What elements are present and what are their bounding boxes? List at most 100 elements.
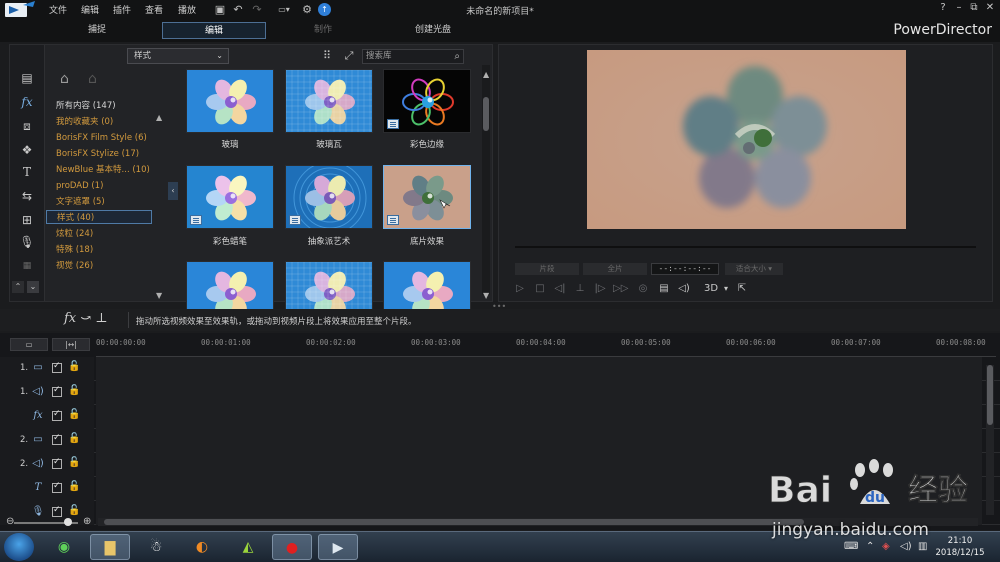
collapse-panel-button[interactable]: ‹ (168, 182, 178, 200)
track-enable-checkbox[interactable] (52, 361, 62, 373)
track-enable-checkbox[interactable] (52, 385, 62, 397)
play-icon[interactable]: ▷ (513, 282, 527, 296)
split-icon[interactable]: ⊥ (573, 282, 587, 296)
settings-icon[interactable]: ⚙ (301, 3, 313, 16)
update-icon[interactable]: ↑ (318, 3, 331, 16)
snapshot-icon[interactable]: ◎ (636, 282, 650, 296)
prev-frame-icon[interactable]: ◁| (553, 282, 567, 296)
subtitles-icon[interactable]: ▤ (657, 282, 671, 296)
effect-thumbnail-selected[interactable] (383, 165, 471, 229)
save-icon[interactable]: ▣ (214, 3, 226, 16)
library-scroll-thumb[interactable] (483, 97, 489, 131)
category-item[interactable]: 所有内容 (147) (46, 99, 152, 113)
category-item[interactable]: 炫粒 (24) (46, 227, 152, 241)
undock-icon[interactable]: ⇱ (735, 282, 749, 296)
redo-icon[interactable]: ↷ (251, 3, 263, 16)
pip-room-icon[interactable]: ⧈ (17, 117, 37, 135)
category-item[interactable]: NewBlue 基本特... (10) (46, 163, 152, 177)
next-frame-icon[interactable]: |▷ (593, 282, 607, 296)
category-item[interactable]: 视觉 (26) (46, 259, 152, 273)
effect-thumbnail[interactable] (285, 165, 373, 229)
tab-edit[interactable]: 编辑 (162, 22, 266, 39)
library-scrollbar[interactable] (482, 65, 490, 295)
lock-icon[interactable]: 🔓 (68, 505, 80, 516)
lock-icon[interactable]: 🔓 (68, 433, 80, 444)
title-room-icon[interactable]: T (17, 163, 37, 181)
transition-room-icon[interactable]: ⇆ (17, 187, 37, 205)
lock-icon[interactable]: 🔓 (68, 361, 80, 372)
fit-size-dropdown[interactable]: 适合大小 ▾ (725, 263, 783, 275)
undo-icon[interactable]: ↶ (232, 3, 244, 16)
powerdirector-taskbar-icon[interactable]: ▶ (318, 534, 358, 560)
lock-icon[interactable]: 🔓 (68, 457, 80, 468)
lock-icon[interactable]: 🔓 (68, 409, 80, 420)
category-item[interactable]: proDAD (1) (46, 179, 152, 193)
menu-edit[interactable]: 编辑 (81, 3, 99, 16)
category-scroll-up-icon[interactable]: ▲ (156, 113, 162, 122)
volume-icon[interactable]: ◁) (677, 282, 691, 296)
remove-tag-icon[interactable]: ⌂ (88, 71, 97, 87)
lock-icon[interactable]: 🔓 (68, 481, 80, 492)
media-room-icon[interactable]: ▤ (17, 69, 37, 87)
minimize-button[interactable]: – (952, 2, 966, 13)
timecode-display[interactable]: --:--:--:-- (651, 263, 719, 275)
tab-capture[interactable]: 捕捉 (45, 22, 149, 39)
3d-dropdown-icon[interactable]: ▾ (719, 282, 733, 296)
menu-view[interactable]: 查看 (145, 3, 163, 16)
audio-mixing-room-icon[interactable]: ⊞ (17, 211, 37, 229)
category-item[interactable]: BorisFX Film Style (6) (46, 131, 152, 145)
aspect-ratio-icon[interactable]: ▭▾ (272, 3, 296, 16)
fit-timeline-button[interactable]: |↔| (52, 338, 90, 351)
firefox-icon[interactable]: ◐ (182, 534, 222, 560)
effect-thumbnail[interactable] (186, 165, 274, 229)
category-item[interactable]: BorisFX Stylize (17) (46, 147, 152, 161)
tab-produce[interactable]: 制作 (271, 22, 375, 39)
movie-mode-button[interactable]: 全片 (583, 263, 647, 275)
category-item[interactable]: 我的收藏夹 (0) (46, 115, 152, 129)
category-item-selected[interactable]: 样式 (40) (46, 210, 152, 224)
timeline-vscroll-thumb[interactable] (987, 365, 993, 425)
restore-button[interactable]: ⧉ (967, 2, 981, 13)
library-scroll-down-icon[interactable]: ▼ (483, 291, 489, 300)
zoom-in-icon[interactable]: ⊕ (83, 516, 91, 527)
fast-forward-icon[interactable]: ▷▷ (613, 282, 628, 296)
zoom-slider-knob[interactable] (64, 518, 72, 526)
track-lane[interactable] (96, 381, 982, 405)
menu-plugins[interactable]: 插件 (113, 3, 131, 16)
lock-icon[interactable]: 🔓 (68, 385, 80, 396)
particle-room-icon[interactable]: ❖ (17, 141, 37, 159)
tab-create-disc[interactable]: 创建光盘 (381, 22, 485, 39)
category-scroll-down-icon[interactable]: ▼ (156, 291, 162, 300)
file-explorer-icon[interactable]: ▇ (90, 534, 130, 560)
close-button[interactable]: ✕ (983, 2, 997, 13)
category-item[interactable]: 文字遮罩 (5) (46, 195, 152, 209)
category-item[interactable]: 特殊 (18) (46, 243, 152, 257)
chapter-room-icon[interactable]: ▦ (17, 257, 37, 275)
qq-icon[interactable]: ☃ (136, 534, 176, 560)
preview-scrub-bar[interactable] (515, 246, 976, 248)
rail-up-icon[interactable]: ⌃ (12, 281, 24, 293)
track-enable-checkbox[interactable] (52, 505, 62, 517)
effect-thumbnail[interactable] (285, 69, 373, 133)
camtasia-icon[interactable]: ◭ (228, 534, 268, 560)
help-icon[interactable]: ? (936, 2, 950, 13)
browser-360-icon[interactable]: ◉ (44, 534, 84, 560)
start-button[interactable] (4, 533, 34, 561)
track-lane[interactable] (96, 429, 982, 453)
fx-drag-icon[interactable]: fx ⤻ ⊥ (64, 311, 108, 326)
effect-thumbnail[interactable] (186, 69, 274, 133)
stop-icon[interactable]: □ (533, 282, 547, 296)
track-lane[interactable] (96, 357, 982, 381)
timeline-hscroll-thumb[interactable] (104, 519, 804, 525)
effect-thumbnail[interactable] (383, 69, 471, 133)
fx-room-icon[interactable]: fx (17, 93, 37, 111)
voiceover-room-icon[interactable]: 🎙 (17, 233, 37, 251)
track-enable-checkbox[interactable] (52, 457, 62, 469)
add-tag-icon[interactable]: ⌂ (60, 71, 69, 87)
track-lane[interactable] (96, 405, 982, 429)
library-scroll-up-icon[interactable]: ▲ (483, 70, 489, 79)
clip-mode-button[interactable]: 片段 (515, 263, 579, 275)
track-enable-checkbox[interactable] (52, 481, 62, 493)
track-enable-checkbox[interactable] (52, 433, 62, 445)
recorder-icon[interactable]: ● (272, 534, 312, 560)
